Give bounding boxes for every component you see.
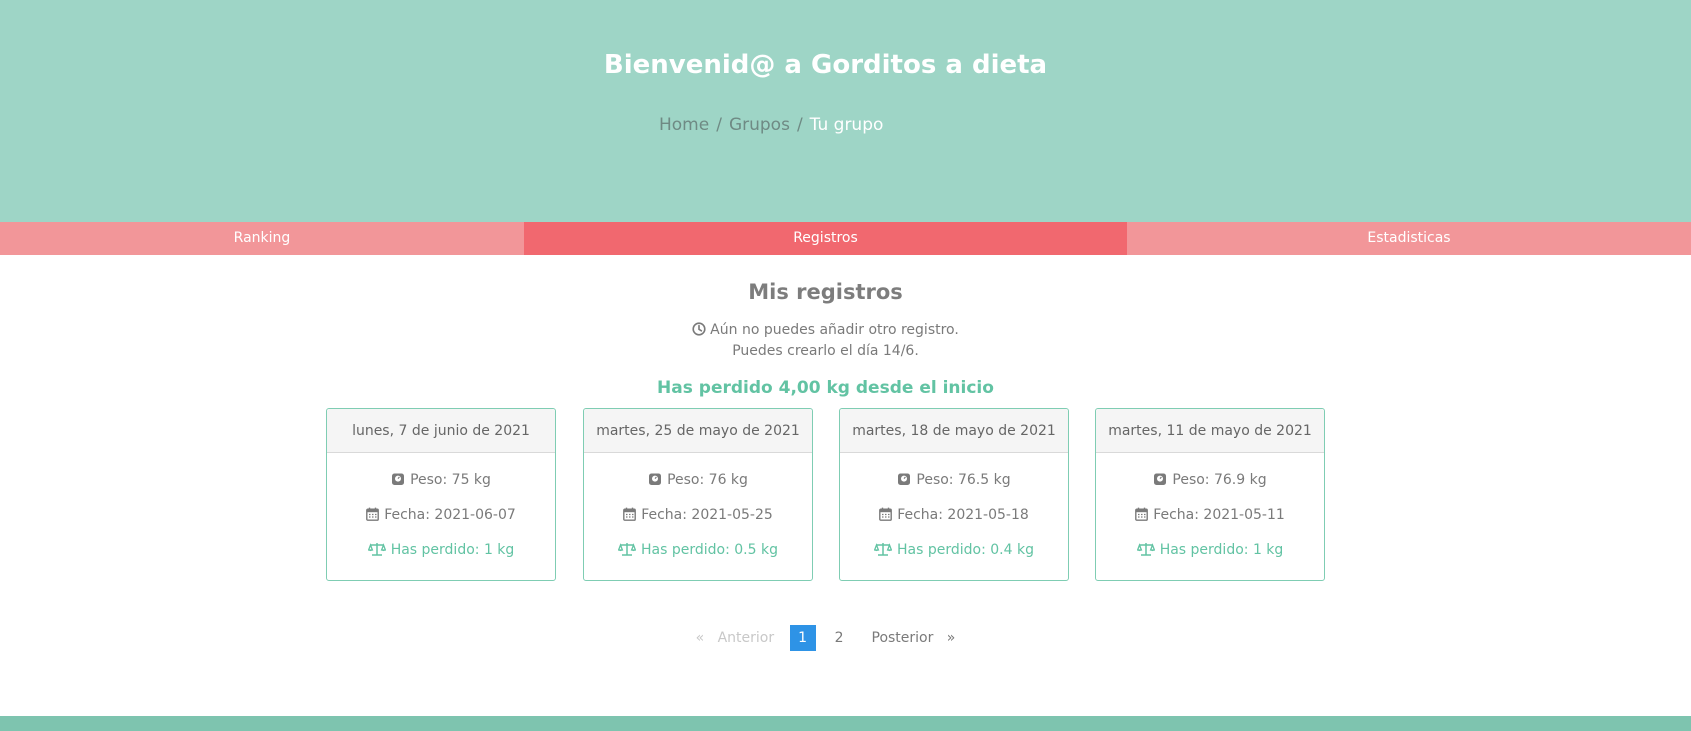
record-fecha: Fecha: 2021-05-25 [584, 507, 812, 523]
record-fecha: Fecha: 2021-06-07 [327, 507, 555, 523]
page-2-button[interactable]: 2 [826, 625, 852, 651]
record-weight: Peso: 76 kg [584, 472, 812, 488]
calendar-icon [623, 507, 637, 521]
hero-header: Bienvenid@ a Gorditos a dieta Home / Grupo… [0, 0, 1691, 222]
notice-message: Aún no puedes añadir otro registro. Pued… [0, 320, 1651, 362]
tab-estadisticas[interactable]: Estadisticas [1127, 222, 1691, 255]
record-lost: Has perdido: 0.5 kg [584, 542, 812, 558]
page-title: Bienvenid@ a Gorditos a dieta [603, 50, 1048, 80]
calendar-icon [1135, 507, 1149, 521]
record-lost: Has perdido: 1 kg [1096, 542, 1324, 558]
total-lost-summary: Has perdido 4,00 kg desde el inicio [657, 378, 994, 398]
breadcrumb-current: Tu grupo [809, 115, 884, 135]
calendar-icon [366, 507, 380, 521]
record-lost-text: Has perdido: 0.5 kg [641, 542, 778, 558]
pagination-prev: « Anterior [696, 630, 774, 646]
next-arrow-icon: » [946, 630, 956, 646]
record-weight-text: Peso: 76.5 kg [916, 472, 1011, 488]
record-fecha-text: Fecha: 2021-05-25 [641, 507, 773, 523]
record-weight: Peso: 76.5 kg [840, 472, 1068, 488]
weight-icon [649, 473, 662, 485]
record-fecha-text: Fecha: 2021-05-18 [897, 507, 1029, 523]
tab-registros[interactable]: Registros [524, 222, 1127, 255]
breadcrumb-separator: / [796, 115, 803, 135]
weight-icon [1154, 473, 1167, 485]
record-lost-text: Has perdido: 1 kg [390, 542, 515, 558]
record-card: martes, 11 de mayo de 2021 Peso: 76.9 kg… [1095, 408, 1325, 581]
record-date: martes, 25 de mayo de 2021 [584, 409, 812, 453]
breadcrumb-grupos[interactable]: Grupos [729, 115, 790, 135]
record-lost-text: Has perdido: 0.4 kg [897, 542, 1034, 558]
record-card: martes, 25 de mayo de 2021 Peso: 76 kg F… [583, 408, 813, 581]
record-fecha-text: Fecha: 2021-05-11 [1153, 507, 1285, 523]
pagination-next[interactable]: Posterior » [872, 630, 956, 646]
record-lost: Has perdido: 0.4 kg [840, 542, 1068, 558]
record-date: martes, 11 de mayo de 2021 [1096, 409, 1324, 453]
balance-scale-icon [617, 543, 637, 556]
pagination-next-label: Posterior [871, 630, 934, 646]
prev-arrow-icon: « [695, 630, 705, 646]
record-weight-text: Peso: 76 kg [667, 472, 748, 488]
calendar-icon [879, 507, 893, 521]
tab-bar: Ranking Registros Estadisticas [0, 222, 1691, 255]
pagination: « Anterior 1 2 Posterior » [0, 625, 1651, 651]
pagination-prev-label: Anterior [717, 630, 775, 646]
page-1-button[interactable]: 1 [789, 625, 816, 651]
notice-line-1: Aún no puedes añadir otro registro. [710, 322, 959, 338]
weight-icon [898, 473, 911, 485]
notice-line-2: Puedes crearlo el día 14/6. [732, 343, 919, 359]
weight-icon [392, 473, 405, 485]
record-fecha: Fecha: 2021-05-11 [1096, 507, 1324, 523]
section-title: Mis registros [748, 280, 903, 304]
record-card: martes, 18 de mayo de 2021 Peso: 76.5 kg… [839, 408, 1069, 581]
record-date: martes, 18 de mayo de 2021 [840, 409, 1068, 453]
record-weight-text: Peso: 75 kg [410, 472, 491, 488]
footer-bar [0, 716, 1691, 731]
breadcrumb-separator: / [716, 115, 722, 135]
record-date: lunes, 7 de junio de 2021 [327, 409, 555, 453]
record-lost: Has perdido: 1 kg [327, 542, 555, 558]
record-fecha: Fecha: 2021-05-18 [840, 507, 1068, 523]
record-weight: Peso: 76.9 kg [1096, 472, 1324, 488]
balance-scale-icon [873, 543, 893, 556]
breadcrumb-home[interactable]: Home [659, 115, 709, 135]
breadcrumb: Home / Grupos / Tu grupo [659, 115, 883, 135]
record-fecha-text: Fecha: 2021-06-07 [384, 507, 516, 523]
record-weight-text: Peso: 76.9 kg [1172, 472, 1267, 488]
record-weight: Peso: 75 kg [327, 472, 555, 488]
clock-icon [692, 322, 706, 336]
balance-scale-icon [1136, 543, 1156, 556]
record-lost-text: Has perdido: 1 kg [1159, 542, 1284, 558]
tab-ranking[interactable]: Ranking [0, 222, 524, 255]
record-card: lunes, 7 de junio de 2021 Peso: 75 kg Fe… [326, 408, 556, 581]
balance-scale-icon [367, 543, 387, 556]
